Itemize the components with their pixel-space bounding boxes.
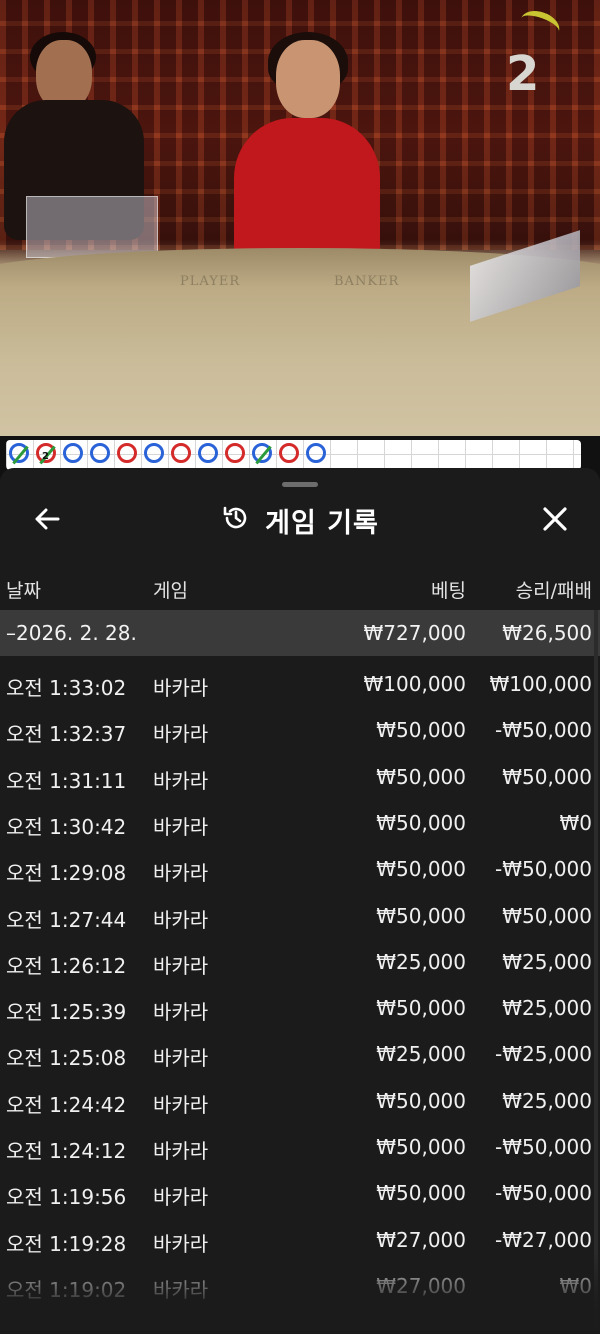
row-result: -₩50,000	[495, 857, 592, 882]
history-row[interactable]: 오전 1:25:39 바카라 ₩50,000 ₩25,000	[0, 984, 600, 1030]
list-fade-overlay	[0, 1248, 600, 1334]
row-game: 바카라	[153, 676, 209, 700]
row-bet: ₩50,000	[376, 718, 466, 743]
row-result: ₩25,000	[502, 1088, 592, 1113]
bead-slash	[12, 445, 29, 465]
row-time: 오전 1:25:08	[6, 1046, 127, 1071]
row-game: 바카라	[153, 907, 209, 932]
row-time: 오전 1:26:12	[6, 953, 127, 978]
history-icon	[221, 503, 251, 537]
history-row[interactable]: 오전 1:26:12 바카라 ₩25,000 ₩25,000	[0, 938, 600, 984]
row-bet: ₩25,000	[376, 1042, 466, 1067]
row-time: 오전 1:25:39	[6, 1000, 127, 1025]
felt-player-label: PLAYER	[180, 274, 241, 289]
sheet-title: 게임 기록	[265, 507, 379, 539]
date-group-bet-total: ₩727,000	[363, 621, 466, 645]
row-time: 오전 1:24:12	[6, 1139, 127, 1163]
history-row[interactable]: 오전 1:24:12 바카라 ₩50,000 -₩50,000	[0, 1123, 600, 1169]
row-game: 바카라	[153, 814, 209, 839]
row-result: ₩25,000	[502, 996, 592, 1021]
bead-road-cell	[225, 443, 245, 463]
row-time: 오전 1:30:42	[6, 814, 127, 839]
row-time: 오전 1:29:08	[6, 861, 127, 886]
history-row[interactable]: 오전 1:32:37 바카라 ₩50,000 -₩50,000	[0, 706, 600, 752]
bead-road-cell: 2	[36, 443, 56, 465]
sheet-header: 게임 기록	[0, 498, 600, 542]
row-time: 오전 1:31:11	[6, 768, 127, 793]
history-row[interactable]: 오전 1:25:08 바카라 ₩25,000 -₩25,000	[0, 1030, 600, 1076]
history-row[interactable]: 오전 1:33:02 바카라 ₩100,000 ₩100,000	[0, 660, 600, 706]
row-game: 바카라	[153, 861, 209, 886]
row-bet: ₩25,000	[376, 949, 466, 974]
bead-road-cell	[9, 443, 29, 465]
bead-road-cell	[171, 443, 191, 463]
row-result: ₩25,000	[502, 949, 592, 974]
row-game: 바카라	[153, 1185, 209, 1210]
row-game: 바카라	[153, 1139, 209, 1163]
row-bet: ₩50,000	[376, 764, 466, 789]
row-result: ₩50,000	[502, 903, 592, 928]
date-group-result-total: ₩26,500	[502, 621, 592, 645]
row-result: ₩50,000	[502, 764, 592, 789]
date-group-date: –2026. 2. 28.	[6, 621, 137, 645]
row-game: 바카라	[153, 722, 209, 747]
history-row[interactable]: 오전 1:31:11 바카라 ₩50,000 ₩50,000	[0, 753, 600, 799]
bead-slash	[255, 445, 272, 465]
row-time: 오전 1:19:56	[6, 1185, 127, 1210]
row-bet: ₩50,000	[376, 1135, 466, 1159]
bead-road-cell	[117, 443, 137, 463]
row-time: 오전 1:33:02	[6, 676, 127, 700]
row-bet: ₩50,000	[376, 1088, 466, 1113]
game-history-sheet: 게임 기록 날짜 게임 베팅 승리/패배 –2026. 2. 28. ₩727,…	[0, 468, 600, 1334]
bead-road-cell	[279, 443, 299, 463]
bead-road-cell	[144, 443, 164, 463]
bead-road-cell	[90, 443, 110, 463]
column-header-bet: 베팅	[431, 580, 466, 602]
column-header-result: 승리/패배	[515, 580, 592, 602]
history-row[interactable]: 오전 1:27:44 바카라 ₩50,000 ₩50,000	[0, 892, 600, 938]
close-icon[interactable]	[538, 502, 572, 536]
row-game: 바카라	[153, 1092, 209, 1117]
sheet-drag-handle[interactable]	[282, 482, 318, 487]
history-row[interactable]: 오전 1:30:42 바카라 ₩50,000 ₩0	[0, 799, 600, 845]
dealer-head	[276, 40, 340, 118]
bead-road-cell	[252, 443, 272, 465]
column-header-game: 게임	[153, 580, 188, 602]
row-result: ₩0	[559, 810, 593, 835]
row-result: -₩50,000	[495, 718, 592, 743]
row-bet: ₩50,000	[376, 810, 466, 835]
row-bet: ₩50,000	[376, 1181, 466, 1206]
row-game: 바카라	[153, 768, 209, 793]
row-result: -₩50,000	[495, 1181, 592, 1206]
history-row[interactable]: 오전 1:29:08 바카라 ₩50,000 -₩50,000	[0, 845, 600, 891]
row-result: ₩100,000	[489, 672, 592, 696]
column-header-date: 날짜	[6, 580, 41, 602]
felt-banker-label: BANKER	[334, 274, 400, 289]
row-result: -₩25,000	[495, 1042, 592, 1067]
bead-road-cell	[198, 443, 218, 463]
scrollbar[interactable]	[594, 610, 598, 1330]
row-result: -₩50,000	[495, 1135, 592, 1159]
row-time: 오전 1:27:44	[6, 907, 127, 932]
row-bet: ₩50,000	[376, 996, 466, 1021]
bead-road[interactable]: 2	[6, 440, 581, 470]
row-time: 오전 1:32:37	[6, 722, 127, 747]
row-game: 바카라	[153, 1000, 209, 1025]
dealer-body	[234, 118, 380, 268]
bead-road-cell	[306, 443, 326, 463]
live-video: PLAYER BANKER 2	[0, 0, 600, 436]
countdown-timer: 2	[506, 46, 540, 102]
row-game: 바카라	[153, 1046, 209, 1071]
row-bet: ₩50,000	[376, 857, 466, 882]
bead-count: 2	[42, 451, 49, 462]
row-bet: ₩50,000	[376, 903, 466, 928]
row-bet: ₩100,000	[363, 672, 466, 696]
date-group-row[interactable]: –2026. 2. 28. ₩727,000 ₩26,500	[0, 610, 600, 656]
card-tray	[26, 196, 158, 258]
history-row[interactable]: 오전 1:24:42 바카라 ₩50,000 ₩25,000	[0, 1077, 600, 1123]
row-time: 오전 1:24:42	[6, 1092, 127, 1117]
row-game: 바카라	[153, 953, 209, 978]
history-row[interactable]: 오전 1:19:56 바카라 ₩50,000 -₩50,000	[0, 1169, 600, 1215]
bead-road-cell	[63, 443, 83, 463]
